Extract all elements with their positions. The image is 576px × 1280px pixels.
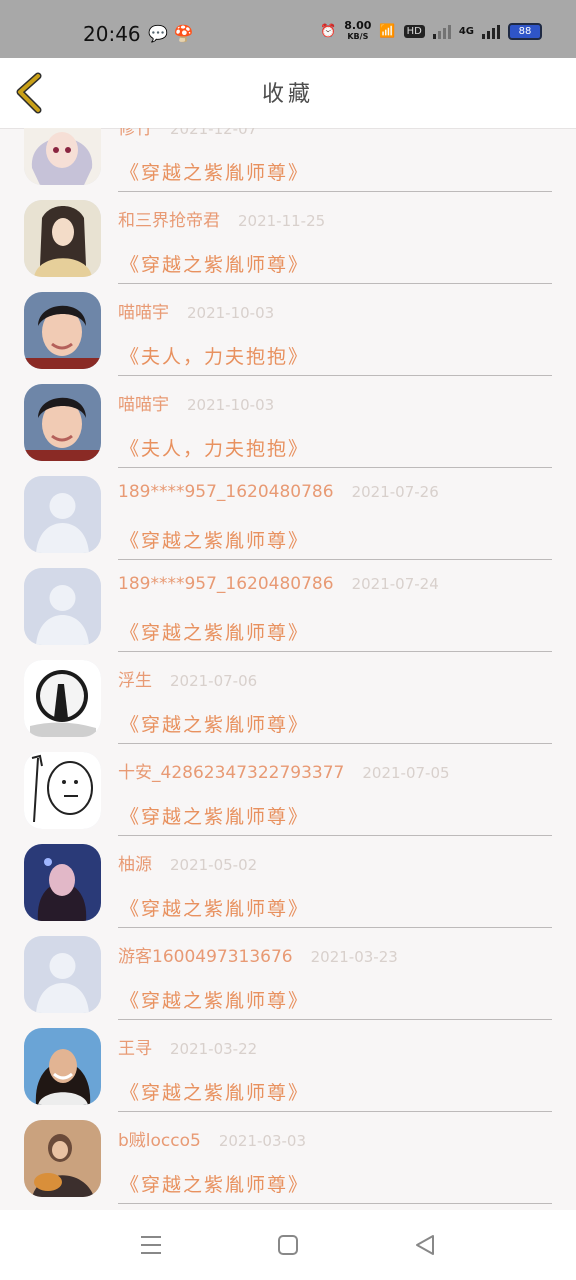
alarm-icon: ⏰	[320, 23, 337, 39]
username[interactable]: 十安_42862347322793377	[118, 763, 344, 783]
favorite-item[interactable]: 浮生 2021-07-06 《穿越之紫胤师尊》	[0, 652, 576, 744]
divider	[118, 1203, 552, 1204]
app-notification-icon: 🍄	[173, 24, 200, 43]
favorite-item[interactable]: 喵喵宇 2021-10-03 《夫人，力夫抱抱》	[0, 284, 576, 376]
avatar[interactable]	[24, 752, 101, 829]
book-title-link[interactable]: 《穿越之紫胤师尊》	[120, 1078, 309, 1105]
home-button[interactable]	[275, 1232, 301, 1258]
favorite-item[interactable]: 和三界抢帝君 2021-11-25 《穿越之紫胤师尊》	[0, 192, 576, 284]
book-title-link[interactable]: 《穿越之紫胤师尊》	[120, 802, 309, 829]
favorite-meta: 修竹 2021-12-07	[118, 128, 257, 139]
username[interactable]: 王寻	[118, 1039, 152, 1059]
avatar[interactable]	[24, 568, 101, 645]
avatar[interactable]	[24, 292, 101, 369]
menu-button[interactable]	[138, 1232, 164, 1258]
book-title-link[interactable]: 《穿越之紫胤师尊》	[120, 894, 309, 921]
username[interactable]: 喵喵宇	[118, 303, 169, 323]
favorite-item[interactable]: 修竹 2021-12-07 《穿越之紫胤师尊》	[0, 128, 576, 192]
username[interactable]: 189****957_1620480786	[118, 574, 334, 594]
favorite-item[interactable]: 游客1600497313676 2021-03-23 《穿越之紫胤师尊》	[0, 928, 576, 1020]
status-bar: 20:46 💬🍄 ⏰ 8.00 KB/S 📶 HD 4G 88	[0, 0, 576, 58]
wifi-icon: 📶	[379, 23, 396, 39]
avatar[interactable]	[24, 1028, 101, 1105]
network-type: 4G	[458, 25, 474, 37]
book-title-link[interactable]: 《穿越之紫胤师尊》	[120, 250, 309, 277]
favorite-date: 2021-10-03	[187, 396, 275, 414]
book-title-link[interactable]: 《夫人，力夫抱抱》	[120, 434, 309, 461]
avatar[interactable]	[24, 936, 101, 1013]
username[interactable]: b贼locco5	[118, 1131, 201, 1151]
header: 收藏	[0, 58, 576, 129]
favorite-meta: 游客1600497313676 2021-03-23	[118, 942, 398, 967]
username[interactable]: 浮生	[118, 671, 152, 691]
notification-icons: 💬🍄	[148, 24, 200, 43]
favorite-item[interactable]: 王寻 2021-03-22 《穿越之紫胤师尊》	[0, 1020, 576, 1112]
favorite-item[interactable]: 柚源 2021-05-02 《穿越之紫胤师尊》	[0, 836, 576, 928]
favorite-item[interactable]: 189****957_1620480786 2021-07-24 《穿越之紫胤师尊》	[0, 560, 576, 652]
favorite-meta: 189****957_1620480786 2021-07-24	[118, 574, 439, 594]
favorite-date: 2021-03-22	[170, 1040, 258, 1058]
favorite-meta: 王寻 2021-03-22	[118, 1034, 257, 1059]
wechat-icon: 💬	[148, 24, 174, 43]
home-square-icon	[278, 1235, 298, 1255]
triangle-back-icon	[416, 1235, 434, 1255]
favorite-date: 2021-03-03	[218, 1132, 307, 1150]
favorite-date: 2021-11-25	[238, 212, 326, 230]
favorite-date: 2021-03-23	[310, 948, 398, 966]
favorites-list[interactable]: 修竹 2021-12-07 《穿越之紫胤师尊》 和三界抢帝君 2021-11-25 《穿越…	[0, 128, 576, 1210]
favorite-meta: b贼locco5 2021-03-03	[118, 1126, 306, 1151]
favorite-item[interactable]: 189****957_1620480786 2021-07-26 《穿越之紫胤师尊》	[0, 468, 576, 560]
avatar[interactable]	[24, 384, 101, 461]
favorite-item[interactable]: b贼locco5 2021-03-03 《穿越之紫胤师尊》	[0, 1112, 576, 1204]
favorite-date: 2021-07-26	[351, 483, 439, 501]
avatar[interactable]	[24, 128, 101, 185]
avatar[interactable]	[24, 200, 101, 277]
favorite-meta: 柚源 2021-05-02	[118, 850, 257, 875]
book-title-link[interactable]: 《穿越之紫胤师尊》	[120, 618, 309, 645]
hd-badge: HD	[403, 24, 425, 38]
signal-icon-2	[482, 23, 500, 39]
favorite-meta: 喵喵宇 2021-10-03	[118, 298, 274, 323]
avatar[interactable]	[24, 1120, 101, 1197]
favorite-date: 2021-12-07	[170, 128, 258, 138]
avatar[interactable]	[24, 844, 101, 921]
favorite-meta: 浮生 2021-07-06	[118, 666, 257, 691]
battery-icon: 88	[508, 22, 542, 40]
favorite-date: 2021-10-03	[187, 304, 275, 322]
username[interactable]: 和三界抢帝君	[118, 211, 220, 231]
book-title-link[interactable]: 《穿越之紫胤师尊》	[120, 986, 309, 1013]
favorite-item[interactable]: 喵喵宇 2021-10-03 《夫人，力夫抱抱》	[0, 376, 576, 468]
favorite-meta: 189****957_1620480786 2021-07-26	[118, 482, 439, 502]
book-title-link[interactable]: 《穿越之紫胤师尊》	[120, 710, 309, 737]
favorite-date: 2021-07-06	[170, 672, 258, 690]
favorite-meta: 和三界抢帝君 2021-11-25	[118, 206, 325, 231]
status-indicators: ⏰ 8.00 KB/S 📶 HD 4G 88	[320, 20, 542, 42]
favorite-date: 2021-05-02	[170, 856, 258, 874]
username[interactable]: 游客1600497313676	[118, 947, 293, 967]
username[interactable]: 修竹	[118, 128, 152, 139]
book-title-link[interactable]: 《穿越之紫胤师尊》	[120, 1170, 309, 1197]
favorite-meta: 十安_42862347322793377 2021-07-05	[118, 758, 450, 783]
book-title-link[interactable]: 《夫人，力夫抱抱》	[120, 342, 309, 369]
system-nav-bar	[0, 1210, 576, 1280]
favorite-date: 2021-07-05	[362, 764, 450, 782]
avatar[interactable]	[24, 476, 101, 553]
network-speed: 8.00 KB/S	[344, 19, 372, 41]
back-nav-button[interactable]	[412, 1232, 438, 1258]
favorite-item[interactable]: 十安_42862347322793377 2021-07-05 《穿越之紫胤师尊》	[0, 744, 576, 836]
favorite-date: 2021-07-24	[351, 575, 439, 593]
status-time: 20:46	[83, 22, 141, 46]
book-title-link[interactable]: 《穿越之紫胤师尊》	[120, 158, 309, 185]
signal-icon	[432, 23, 451, 39]
username[interactable]: 189****957_1620480786	[118, 482, 334, 502]
username[interactable]: 柚源	[118, 855, 152, 875]
book-title-link[interactable]: 《穿越之紫胤师尊》	[120, 526, 309, 553]
avatar[interactable]	[24, 660, 101, 737]
menu-icon	[141, 1236, 161, 1254]
page-title: 收藏	[261, 82, 314, 107]
username[interactable]: 喵喵宇	[118, 395, 169, 415]
favorite-meta: 喵喵宇 2021-10-03	[118, 390, 274, 415]
